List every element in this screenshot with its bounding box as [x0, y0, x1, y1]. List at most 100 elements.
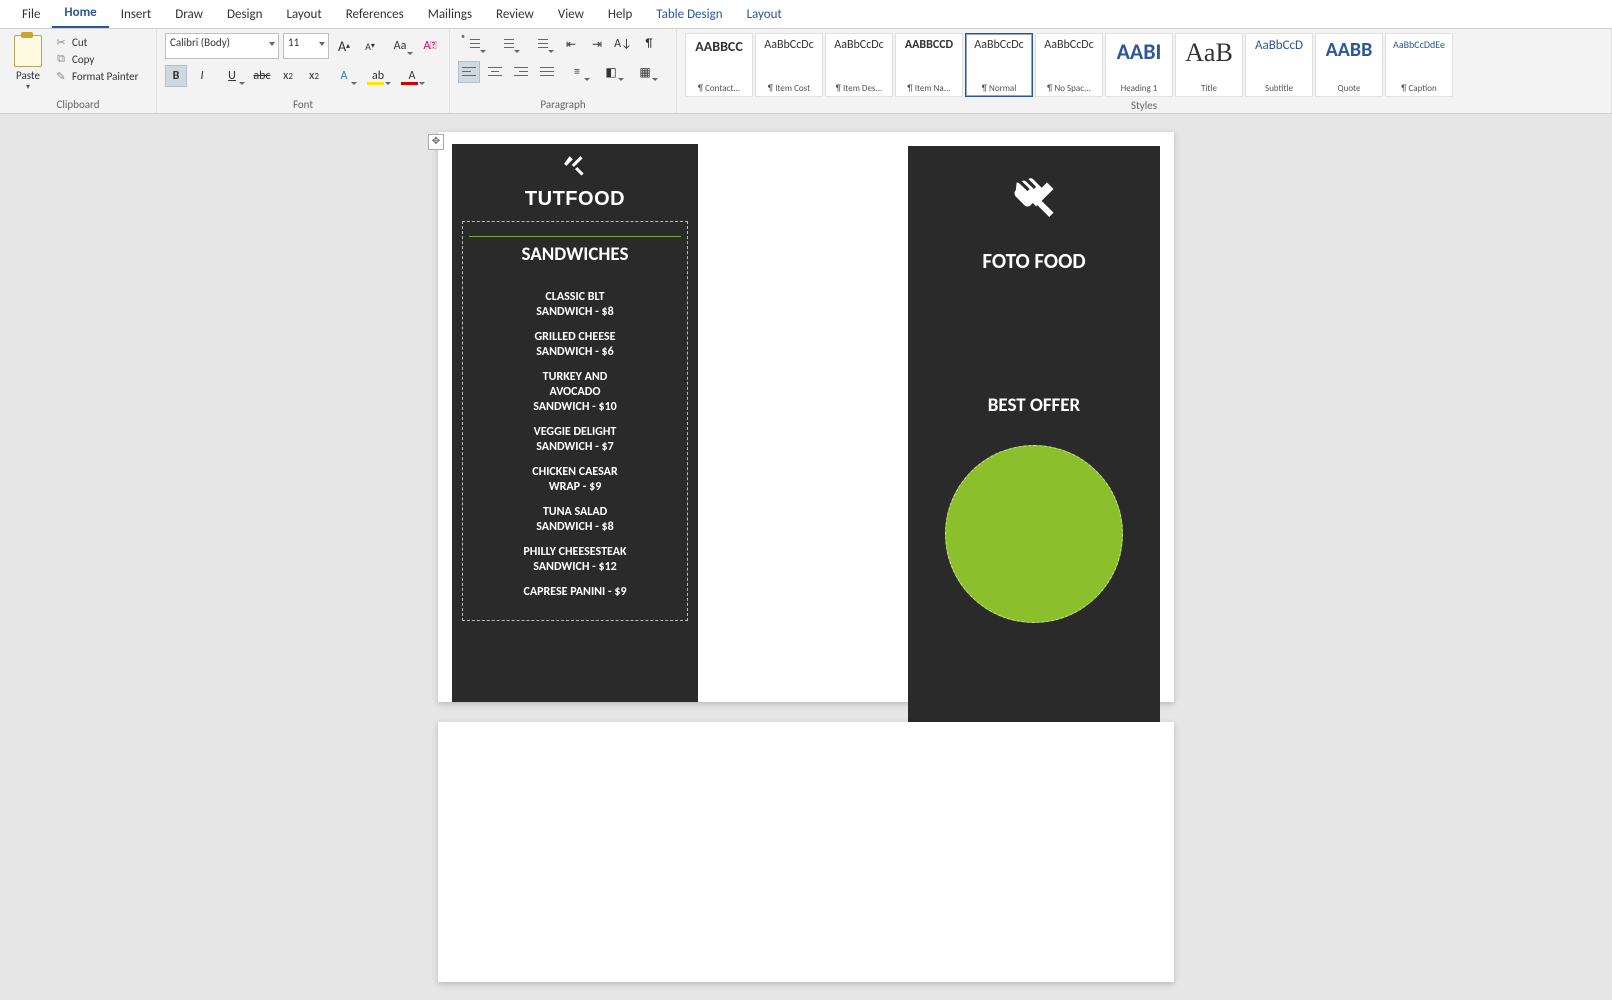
decrease-indent-button[interactable]: ⇤ [560, 33, 582, 55]
menu-item[interactable]: CLASSIC BLTSANDWICH - $8 [469, 290, 681, 320]
highlight-button[interactable]: ab [363, 65, 393, 87]
group-label: Paragraph [458, 96, 668, 111]
page-2[interactable] [438, 722, 1174, 982]
increase-indent-button[interactable]: ⇥ [586, 33, 608, 55]
table-move-handle[interactable]: ✥ [428, 134, 444, 150]
menu-item[interactable]: CHICKEN CAESARWRAP - $9 [469, 465, 681, 495]
menu-item[interactable]: TUNA SALADSANDWICH - $8 [469, 505, 681, 535]
multilevel-list-button[interactable] [526, 33, 556, 55]
italic-button[interactable]: I [191, 65, 213, 87]
brand-title-right: FOTO FOOD [914, 248, 1154, 274]
strikethrough-button[interactable]: abc [251, 65, 273, 87]
bullet-list-button[interactable] [458, 33, 488, 55]
style-title[interactable]: AaBTitle [1175, 33, 1243, 97]
paste-button[interactable]: Paste ▾ [8, 33, 48, 92]
tab-review[interactable]: Review [484, 3, 546, 28]
tab-table-design[interactable]: Table Design [644, 3, 734, 28]
tab-draw[interactable]: Draw [163, 3, 215, 28]
paintbrush-icon: ✎ [54, 69, 68, 83]
grow-font-button[interactable]: A▴ [333, 35, 355, 57]
line-spacing-button[interactable]: ≡ [562, 61, 592, 83]
style--normal[interactable]: AaBbCcDc¶ Normal [965, 33, 1033, 97]
menu-item[interactable]: TURKEY ANDAVOCADOSANDWICH - $10 [469, 370, 681, 415]
superscript-button[interactable]: x2 [303, 65, 325, 87]
menu-item[interactable]: VEGGIE DELIGHTSANDWICH - $7 [469, 425, 681, 455]
group-clipboard: Paste ▾ ✂Cut ⧉Copy ✎Format Painter Clipb… [0, 29, 157, 113]
borders-icon: ▦ [639, 65, 650, 80]
tab-help[interactable]: Help [596, 3, 644, 28]
menu-left-panel[interactable]: TUTFOOD SANDWICHES CLASSIC BLTSANDWICH -… [452, 144, 698, 702]
style--no-spac-[interactable]: AaBbCcDc¶ No Spac... [1035, 33, 1103, 97]
tab-view[interactable]: View [546, 3, 596, 28]
tab-references[interactable]: References [334, 3, 416, 28]
shading-button[interactable]: ◧ [596, 61, 626, 83]
clear-formatting-button[interactable]: A⃠ [419, 35, 441, 57]
group-styles: AABBCC¶ Contact...AaBbCcDc¶ Item CostAaB… [677, 29, 1612, 113]
style-subtitle[interactable]: AaBbCcDSubtitle [1245, 33, 1313, 97]
bullet-list-icon [466, 38, 480, 50]
font-color-button[interactable]: A [397, 65, 427, 87]
tab-mailings[interactable]: Mailings [416, 3, 484, 28]
style--item-cost[interactable]: AaBbCcDc¶ Item Cost [755, 33, 823, 97]
subscript-button[interactable]: x2 [277, 65, 299, 87]
align-center-icon [488, 66, 502, 78]
tab-layout[interactable]: Layout [274, 3, 333, 28]
align-center-button[interactable] [484, 61, 506, 83]
paste-icon [14, 35, 42, 67]
tab-insert[interactable]: Insert [109, 3, 164, 28]
numbered-list-button[interactable] [492, 33, 522, 55]
menu-item[interactable]: PHILLY CHEESESTEAKSANDWICH - $12 [469, 545, 681, 575]
multilevel-list-icon [534, 38, 548, 50]
borders-button[interactable]: ▦ [630, 61, 660, 83]
document-area[interactable]: ✥ TUTFOOD SANDWICHES CLASSIC BLTSANDWICH… [0, 114, 1612, 1000]
justify-icon [540, 66, 554, 78]
align-left-button[interactable] [458, 61, 480, 83]
style--contact-[interactable]: AABBCC¶ Contact... [685, 33, 753, 97]
numbered-list-icon [500, 38, 514, 50]
tab-file[interactable]: File [10, 3, 52, 28]
sort-button[interactable]: A↓ [612, 33, 634, 55]
style--item-des-[interactable]: AaBbCcDc¶ Item Des... [825, 33, 893, 97]
show-marks-button[interactable]: ¶ [638, 33, 660, 55]
group-label: Styles [685, 97, 1603, 112]
shrink-font-button[interactable]: A▾ [359, 35, 381, 57]
tab-home[interactable]: Home [52, 1, 108, 28]
brand-title-left: TUTFOOD [458, 188, 692, 211]
group-label: Font [165, 96, 441, 111]
copy-button[interactable]: ⧉Copy [54, 52, 138, 66]
text-effects-button[interactable]: A [329, 65, 359, 87]
ribbon-tabs: File Home Insert Draw Design Layout Refe… [0, 0, 1612, 29]
best-offer-heading: BEST OFFER [914, 394, 1154, 417]
page-1[interactable]: ✥ TUTFOOD SANDWICHES CLASSIC BLTSANDWICH… [438, 132, 1174, 702]
font-name-select[interactable]: Calibri (Body) [165, 33, 279, 59]
copy-icon: ⧉ [54, 52, 68, 66]
scissors-icon: ✂ [54, 35, 68, 49]
menu-item[interactable]: GRILLED CHEESESANDWICH - $6 [469, 330, 681, 360]
group-label: Clipboard [8, 96, 148, 111]
underline-button[interactable]: U [217, 65, 247, 87]
align-right-icon [514, 66, 528, 78]
justify-button[interactable] [536, 61, 558, 83]
chevron-down-icon[interactable]: ▾ [26, 82, 30, 92]
menu-right-panel[interactable]: FOTO FOOD BEST OFFER [908, 146, 1160, 744]
change-case-button[interactable]: Aa [385, 35, 415, 57]
align-right-button[interactable] [510, 61, 532, 83]
style--caption[interactable]: AaBbCcDdEe¶ Caption [1385, 33, 1453, 97]
style-heading-1[interactable]: AABIHeading 1 [1105, 33, 1173, 97]
tab-table-layout[interactable]: Layout [735, 3, 794, 28]
paste-label: Paste [16, 69, 40, 82]
menu-item[interactable]: CAPRESE PANINI - $9 [469, 585, 681, 600]
menu-section[interactable]: SANDWICHES CLASSIC BLTSANDWICH - $8GRILL… [462, 221, 688, 621]
style--item-na-[interactable]: AABBCCD¶ Item Na... [895, 33, 963, 97]
bold-button[interactable]: B [165, 65, 187, 87]
fork-knife-icon [914, 176, 1154, 232]
style-quote[interactable]: AABBQuote [1315, 33, 1383, 97]
offer-circle-shape[interactable] [945, 445, 1123, 623]
align-left-icon [462, 66, 476, 78]
font-size-select[interactable]: 11 [283, 33, 329, 59]
format-painter-button[interactable]: ✎Format Painter [54, 69, 138, 83]
tab-design[interactable]: Design [215, 3, 274, 28]
ribbon: Paste ▾ ✂Cut ⧉Copy ✎Format Painter Clipb… [0, 29, 1612, 114]
cut-button[interactable]: ✂Cut [54, 35, 138, 49]
paint-bucket-icon: ◧ [605, 65, 616, 80]
